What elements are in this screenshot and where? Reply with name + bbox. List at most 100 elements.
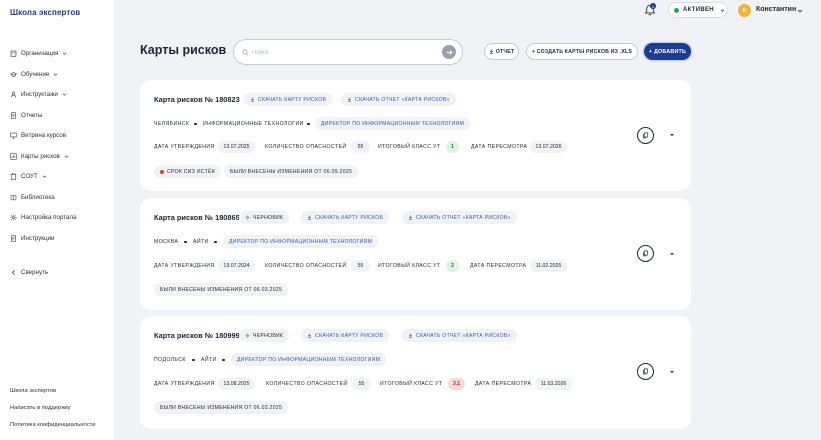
- sidebar-item-library[interactable]: Библиотека: [10, 190, 55, 204]
- download-report-label: СКАЧАТЬ ОТЧЕТ «КАРТА РИСКОВ»: [355, 96, 450, 103]
- copy-icon: [643, 368, 649, 375]
- chart-icon: [10, 152, 17, 160]
- hazards-count-value: 55: [352, 378, 371, 390]
- chevron-down-icon: [64, 155, 69, 158]
- sidebar-item-training[interactable]: Обучение: [10, 67, 58, 81]
- ppe-expired-badge: СРОК СИЗ ИСТЁК: [154, 165, 221, 178]
- copy-button[interactable]: [637, 363, 654, 380]
- download-map-label: СКАЧАТЬ КАРТУ РИСКОВ: [258, 96, 327, 103]
- sidebar-item-label: Отчеты: [21, 111, 43, 119]
- risk-map-card: Карта рисков № 180823 СКАЧАТЬ КАРТУ РИСК…: [140, 80, 691, 191]
- approval-date-value: 13.07.2024: [218, 260, 255, 272]
- approval-date-label: ДАТА УТВЕРЖДЕНИЯ: [154, 381, 215, 387]
- search-submit-button[interactable]: [442, 45, 456, 59]
- separator-dot: [214, 240, 217, 243]
- review-date-value: 11.03.2026: [535, 378, 572, 390]
- sidebar-item-briefings[interactable]: Инструктажи: [10, 87, 67, 101]
- sidebar-collapse-button[interactable]: Свернуть: [10, 265, 48, 279]
- download-icon: [408, 333, 413, 338]
- sidebar-item-course-showcase[interactable]: Витрина курсов: [10, 128, 66, 142]
- approval-date-value: 13.08.2025: [218, 378, 255, 390]
- final-class-value: 3.1: [448, 378, 465, 390]
- hazards-count-label: КОЛИЧЕСТВО ОПАСНОСТЕЙ: [265, 144, 347, 150]
- sidebar-item-label: Карты рисков: [21, 152, 60, 160]
- warning-dot-icon: [160, 169, 164, 174]
- sidebar-item-label: Настройка портала: [21, 213, 77, 221]
- final-class-value: 1: [446, 141, 459, 153]
- user-name[interactable]: Константин: [756, 6, 796, 13]
- report-label: ОТЧЕТ: [495, 48, 515, 55]
- separator-dot: [184, 240, 187, 243]
- sidebar: Школа экспертов Организация Обучение Инс…: [0, 0, 114, 440]
- expand-chevron-icon[interactable]: [669, 369, 675, 375]
- gear-icon: [245, 333, 250, 338]
- download-map-label: СКАЧАТЬ КАРТУ РИСКОВ: [315, 332, 384, 339]
- download-map-label: СКАЧАТЬ КАРТУ РИСКОВ: [315, 214, 384, 221]
- search-bar: [233, 39, 463, 65]
- download-report-button[interactable]: СКАЧАТЬ ОТЧЕТ «КАРТА РИСКОВ»: [341, 93, 456, 106]
- chevron-left-icon: [10, 269, 17, 276]
- avatar[interactable]: К: [738, 4, 751, 17]
- add-button[interactable]: + ДОБАВИТЬ: [644, 43, 691, 60]
- chevron-down-icon[interactable]: [797, 8, 803, 14]
- separator-dot: [192, 358, 195, 361]
- footer-link-support[interactable]: Написать в поддержку: [10, 405, 71, 411]
- sidebar-item-portal-settings[interactable]: Настройка портала: [10, 210, 77, 224]
- card-title: Карта рисков № 180999: [154, 331, 240, 340]
- notification-badge: 1: [650, 3, 656, 9]
- sidebar-item-label: Витрина курсов: [21, 131, 67, 139]
- footer-link-school[interactable]: Школа экспертов: [10, 388, 56, 394]
- document-icon: [10, 234, 17, 242]
- final-class-value: 2: [446, 260, 459, 272]
- create-from-xls-button[interactable]: + СОЗДАТЬ КАРТЫ РИСКОВ ИЗ .XLS: [526, 43, 638, 60]
- sidebar-item-label: Инструкции: [21, 234, 55, 242]
- draft-label: ЧЕРНОВИК: [253, 332, 284, 339]
- download-icon: [250, 97, 255, 102]
- review-date-label: ДАТА ПЕРЕСМОТРА: [470, 263, 527, 269]
- card-department: АЙТИ: [201, 357, 217, 363]
- download-report-label: СКАЧАТЬ ОТЧЕТ «КАРТА РИСКОВ»: [416, 332, 511, 339]
- chevron-down-icon: [42, 175, 46, 178]
- status-dropdown[interactable]: АКТИВЕН: [668, 2, 728, 18]
- person-icon: [10, 91, 17, 98]
- download-report-button[interactable]: СКАЧАТЬ ОТЧЕТ «КАРТА РИСКОВ»: [402, 211, 517, 224]
- download-map-button[interactable]: СКАЧАТЬ КАРТУ РИСКОВ: [301, 329, 390, 342]
- building-icon: [10, 50, 17, 57]
- download-icon: [347, 97, 352, 102]
- review-date-value: 11.02.2025: [530, 260, 567, 272]
- card-title: Карта рисков № 180865: [154, 213, 240, 222]
- footer-link-privacy[interactable]: Политика конфиденциальности: [10, 422, 96, 428]
- card-city: ЧЕЛЯБИНСК: [154, 121, 190, 127]
- separator-dot: [194, 122, 197, 125]
- hazards-count-value: 55: [351, 260, 370, 272]
- hazards-count-label: КОЛИЧЕСТВО ОПАСНОСТЕЙ: [265, 263, 347, 269]
- app-logo[interactable]: Школа экспертов: [10, 8, 80, 17]
- card-city: МОСКВА: [154, 239, 179, 245]
- download-icon: [307, 333, 312, 338]
- card-department: ИНФОРМАЦИОННЫЕ ТЕХНОЛОГИИ: [203, 121, 304, 127]
- review-date-label: ДАТА ПЕРЕСМОТРА: [471, 144, 528, 150]
- sidebar-item-risk-maps[interactable]: Карты рисков: [10, 149, 69, 163]
- sidebar-item-reports[interactable]: Отчеты: [10, 108, 42, 122]
- expand-chevron-icon[interactable]: [669, 132, 675, 138]
- sidebar-item-label: СОУТ: [21, 172, 38, 180]
- sidebar-item-organization[interactable]: Организация: [10, 46, 67, 60]
- download-report-button[interactable]: СКАЧАТЬ ОТЧЕТ «КАРТА РИСКОВ»: [402, 329, 517, 342]
- final-class-label: ИТОГОВЫЙ КЛАСС УТ: [378, 263, 441, 269]
- chevron-down-icon: [54, 73, 58, 76]
- expand-chevron-icon[interactable]: [669, 251, 675, 257]
- download-map-button[interactable]: СКАЧАТЬ КАРТУ РИСКОВ: [301, 211, 390, 224]
- copy-icon: [643, 250, 649, 257]
- copy-button[interactable]: [637, 127, 654, 144]
- search-input[interactable]: [252, 46, 432, 59]
- sidebar-item-sout[interactable]: СОУТ: [10, 169, 47, 183]
- final-class-label: ИТОГОВЫЙ КЛАСС УТ: [378, 144, 441, 150]
- sidebar-item-instructions[interactable]: Инструкции: [10, 231, 54, 245]
- changes-badge: БЫЛИ ВНЕСЕНЫ ИЗМЕНЕНИЯ ОТ 06.03.2025: [154, 401, 289, 414]
- sidebar-item-label: Обучение: [21, 70, 50, 78]
- copy-button[interactable]: [637, 245, 654, 262]
- approval-date-label: ДАТА УТВЕРЖДЕНИЯ: [154, 144, 215, 150]
- report-button[interactable]: ОТЧЕТ: [484, 43, 519, 60]
- page-title: Карты рисков: [140, 43, 227, 57]
- download-map-button[interactable]: СКАЧАТЬ КАРТУ РИСКОВ: [244, 93, 333, 106]
